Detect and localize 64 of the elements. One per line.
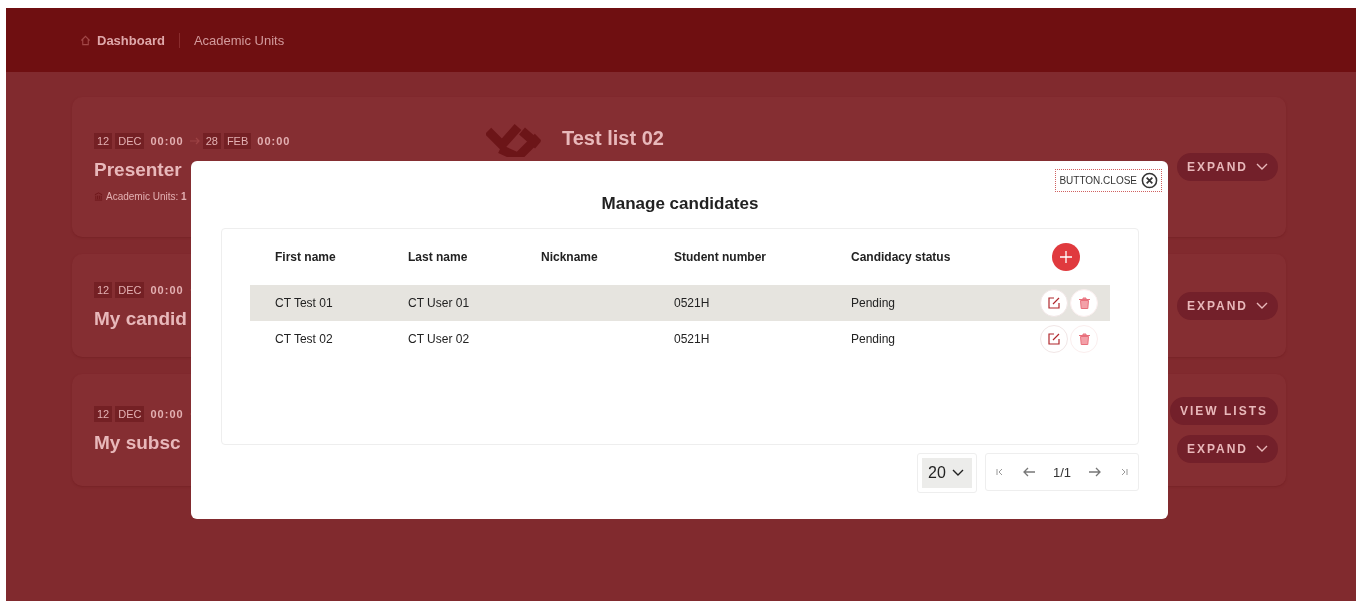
edit-button[interactable]	[1040, 325, 1068, 353]
close-button[interactable]: BUTTON.CLOSE	[1055, 169, 1162, 192]
date-month: DEC	[115, 406, 145, 422]
date-day: 12	[94, 406, 113, 422]
arrow-right-icon	[1088, 467, 1101, 477]
table-cell-text: 0521H	[674, 332, 711, 346]
close-icon	[1141, 172, 1158, 189]
chevron-icon	[1256, 163, 1268, 171]
column-header: Nickname	[541, 250, 599, 264]
expand-button[interactable]: EXPAND	[1176, 153, 1278, 181]
expand-button[interactable]: EXPAND	[1176, 291, 1278, 320]
table-cell-text: Pending	[851, 332, 897, 346]
date-month: DEC	[115, 281, 145, 298]
column-header: Candidacy status	[851, 250, 952, 264]
expand-button[interactable]: EXPAND	[1176, 435, 1278, 463]
column-header: Student number	[674, 250, 767, 264]
chevron-icon	[951, 469, 964, 477]
breadcrumb-link[interactable]: Dashboard	[80, 32, 180, 48]
delete-button[interactable]	[1070, 325, 1098, 353]
list-title: Test list 02	[562, 127, 664, 150]
modal-title: Manage candidates	[601, 194, 759, 214]
trash-icon	[1078, 333, 1090, 345]
add-button[interactable]	[1052, 243, 1080, 271]
page-indicator: 1/1	[1052, 464, 1071, 480]
view-button[interactable]: VIEW LISTS	[1170, 397, 1278, 425]
page-size-select[interactable]: 20	[922, 458, 972, 488]
card-title: Presenter	[94, 158, 182, 181]
date-time: 00:00	[149, 282, 185, 298]
chevron-icon	[1256, 445, 1268, 453]
table-row[interactable]: CT Test 02 CT User 02 0521H Pending	[250, 321, 1110, 357]
table-cell-text: 0521H	[674, 296, 711, 310]
table-cell-text: CT Test 01	[275, 296, 334, 310]
edit-button[interactable]	[1040, 289, 1068, 317]
table-row[interactable]: CT Test 01 CT User 01 0521H Pending	[250, 285, 1110, 321]
edit-icon	[1048, 297, 1060, 309]
delete-button[interactable]	[1070, 289, 1098, 317]
date-day: 12	[94, 281, 113, 298]
date-day: 12	[94, 132, 113, 149]
table-cell-text: Pending	[851, 296, 897, 310]
previous-page-button[interactable]	[1021, 465, 1038, 479]
column-header: Last name	[408, 250, 469, 264]
date-time: 00:00	[149, 133, 185, 149]
edit-icon	[1048, 333, 1060, 345]
table-cell-text: CT User 02	[408, 332, 471, 346]
card-title: My candid	[94, 307, 187, 330]
date-time: 00:00	[256, 133, 292, 149]
home-icon	[80, 34, 91, 46]
card-title: My subsc	[94, 432, 181, 454]
trash-icon	[1078, 297, 1090, 309]
first-page-icon	[995, 468, 1004, 476]
chevron-icon	[1256, 301, 1268, 310]
next-page-button[interactable]	[1086, 465, 1103, 479]
breadcrumb-link[interactable]: Academic Units	[179, 32, 299, 48]
table-cell-text: CT User 01	[408, 296, 471, 310]
last-page-icon	[1120, 468, 1129, 476]
date-time: 00:00	[149, 407, 185, 422]
date-month: FEB	[223, 132, 252, 149]
date-day: 28	[202, 132, 221, 149]
plus-icon	[1060, 251, 1072, 263]
column-header: First name	[275, 250, 337, 264]
arrow-left-icon	[1023, 467, 1036, 477]
academic-units-count: Academic Units: 1	[106, 190, 187, 202]
table-cell-text: CT Test 02	[275, 332, 334, 346]
date-month: DEC	[115, 132, 145, 149]
